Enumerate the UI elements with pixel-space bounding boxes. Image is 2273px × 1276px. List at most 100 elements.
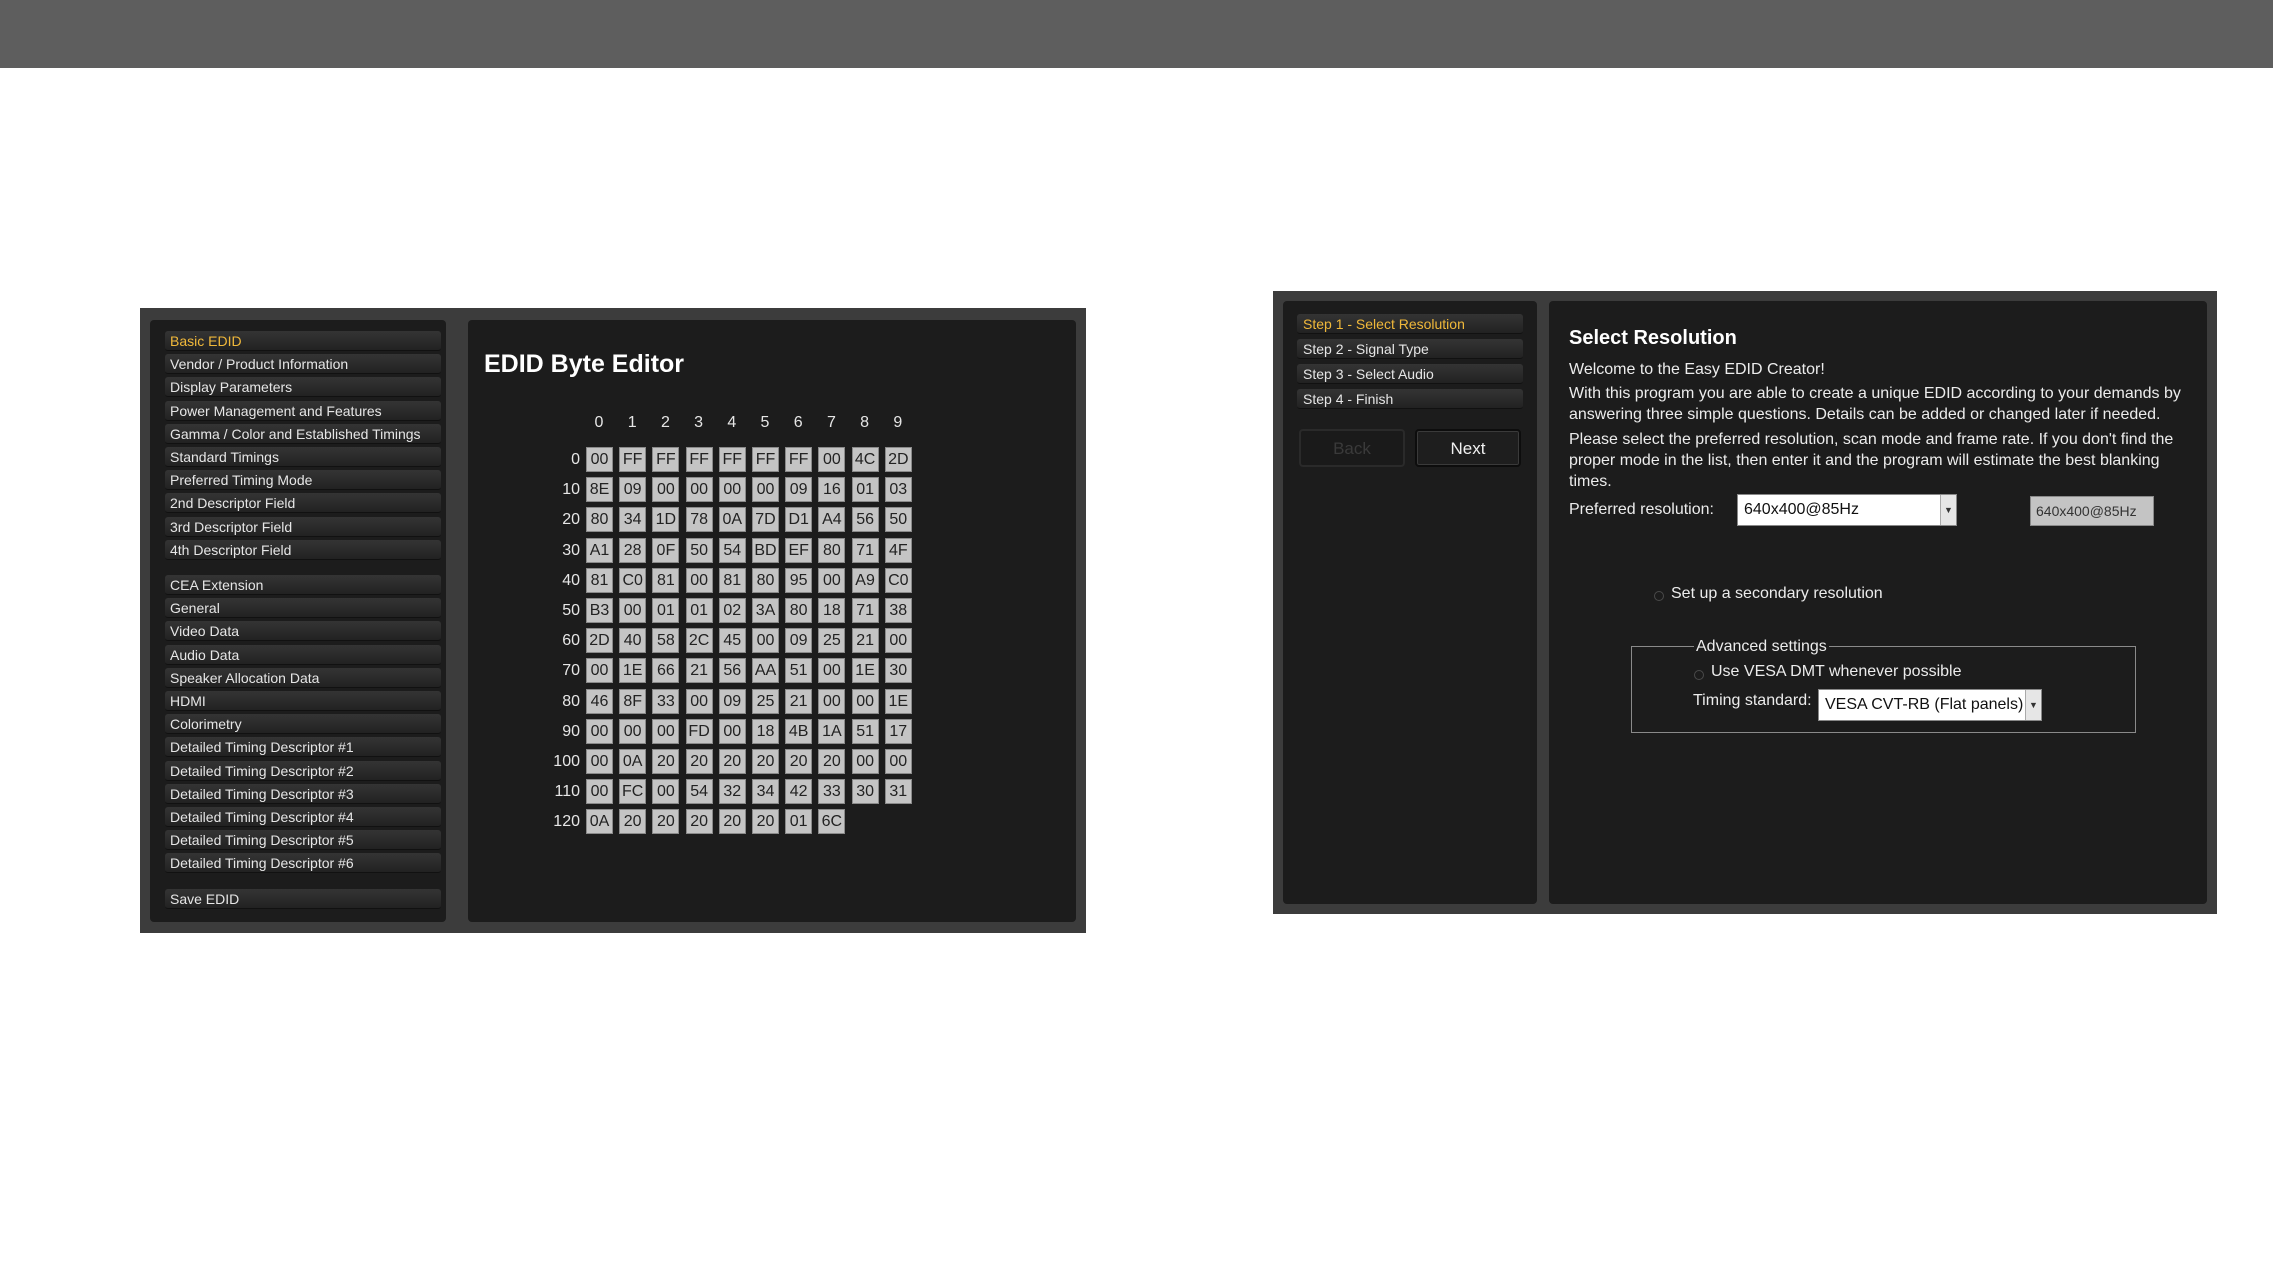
byte-cell[interactable]: 78 xyxy=(685,507,713,533)
byte-cell[interactable]: 58 xyxy=(652,628,680,654)
byte-cell[interactable]: 00 xyxy=(652,477,680,503)
byte-cell[interactable]: 01 xyxy=(785,809,813,835)
nav-item-detailed-timing-descriptor-1[interactable]: Detailed Timing Descriptor #1 xyxy=(165,737,441,758)
chevron-down-icon[interactable]: ▼ xyxy=(2025,690,2041,720)
nav-item-audio-data[interactable]: Audio Data xyxy=(165,644,441,665)
byte-cell[interactable]: 20 xyxy=(752,749,779,774)
preferred-resolution-select[interactable]: 640x400@85Hz ▼ xyxy=(1737,494,1957,526)
byte-cell[interactable]: 02 xyxy=(718,598,746,623)
byte-cell[interactable]: 28 xyxy=(619,537,647,563)
nav-item-standard-timings[interactable]: Standard Timings xyxy=(165,447,441,467)
byte-cell[interactable]: 00 xyxy=(818,567,846,593)
byte-cell[interactable]: C0 xyxy=(619,567,647,593)
byte-cell[interactable]: 16 xyxy=(818,477,846,503)
byte-cell[interactable]: FF xyxy=(718,447,746,472)
byte-cell[interactable]: 31 xyxy=(884,779,912,805)
byte-cell[interactable]: 34 xyxy=(619,507,647,533)
byte-cell[interactable]: 1E xyxy=(884,688,912,714)
byte-cell[interactable]: C0 xyxy=(884,567,912,593)
byte-cell[interactable]: FC xyxy=(619,779,647,805)
byte-cell[interactable]: 80 xyxy=(785,598,813,623)
byte-cell[interactable]: 17 xyxy=(884,718,912,744)
byte-cell[interactable]: 2C xyxy=(685,628,713,654)
nav-item-detailed-timing-descriptor-3[interactable]: Detailed Timing Descriptor #3 xyxy=(165,783,441,804)
byte-cell[interactable]: 00 xyxy=(586,658,613,684)
step-item-2[interactable]: Step 2 - Signal Type xyxy=(1297,339,1523,359)
byte-cell[interactable]: 71 xyxy=(851,537,879,563)
byte-cell[interactable]: 00 xyxy=(685,477,713,503)
byte-cell[interactable]: 00 xyxy=(884,749,912,774)
secondary-resolution-radio[interactable] xyxy=(1654,591,1664,601)
nav-item-2nd-descriptor-field[interactable]: 2nd Descriptor Field xyxy=(165,493,441,514)
byte-cell[interactable]: FF xyxy=(685,447,713,472)
nav-item-gamma-color-and-established-timings[interactable]: Gamma / Color and Established Timings xyxy=(165,423,441,444)
byte-cell[interactable]: 00 xyxy=(685,567,713,593)
byte-cell[interactable]: 21 xyxy=(851,628,879,654)
byte-cell[interactable]: B3 xyxy=(586,598,613,623)
byte-cell[interactable]: 46 xyxy=(586,688,613,714)
byte-cell[interactable]: 8F xyxy=(619,688,647,714)
byte-cell[interactable]: 34 xyxy=(752,779,779,805)
step-item-3[interactable]: Step 3 - Select Audio xyxy=(1297,364,1523,384)
nav-item-save-edid[interactable]: Save EDID xyxy=(165,888,441,909)
byte-cell[interactable]: 00 xyxy=(851,688,879,714)
byte-cell[interactable]: FF xyxy=(785,447,813,472)
nav-item-detailed-timing-descriptor-4[interactable]: Detailed Timing Descriptor #4 xyxy=(165,807,441,827)
byte-cell[interactable]: 25 xyxy=(752,688,779,714)
byte-cell[interactable]: 4F xyxy=(884,537,912,563)
byte-cell[interactable]: 00 xyxy=(586,749,613,774)
byte-cell[interactable]: 00 xyxy=(752,477,779,503)
byte-cell[interactable]: 80 xyxy=(752,567,779,593)
byte-cell[interactable]: 20 xyxy=(818,749,846,774)
byte-cell[interactable]: A4 xyxy=(818,507,846,533)
byte-cell[interactable]: 00 xyxy=(851,749,879,774)
byte-cell[interactable]: 18 xyxy=(818,598,846,623)
byte-cell[interactable]: 1D xyxy=(652,507,680,533)
nav-item-cea-extension[interactable]: CEA Extension xyxy=(165,575,441,595)
nav-item-power-management-and-features[interactable]: Power Management and Features xyxy=(165,400,441,421)
chevron-down-icon[interactable]: ▼ xyxy=(1940,495,1956,525)
byte-cell[interactable]: 33 xyxy=(818,779,846,805)
byte-cell[interactable]: 01 xyxy=(652,598,680,623)
byte-cell[interactable]: 32 xyxy=(718,779,746,805)
nav-item-detailed-timing-descriptor-6[interactable]: Detailed Timing Descriptor #6 xyxy=(165,853,441,874)
byte-cell[interactable]: 50 xyxy=(884,507,912,533)
byte-cell[interactable]: 20 xyxy=(718,749,746,774)
byte-cell[interactable]: FF xyxy=(752,447,779,472)
byte-cell[interactable]: 18 xyxy=(752,718,779,744)
nav-item-vendor-product-information[interactable]: Vendor / Product Information xyxy=(165,354,441,375)
byte-cell[interactable]: 4C xyxy=(851,447,879,472)
byte-cell[interactable]: 33 xyxy=(652,688,680,714)
byte-cell[interactable]: 20 xyxy=(785,749,813,774)
byte-cell[interactable]: 56 xyxy=(851,507,879,533)
step-item-1[interactable]: Step 1 - Select Resolution xyxy=(1297,314,1523,334)
nav-item-3rd-descriptor-field[interactable]: 3rd Descriptor Field xyxy=(165,516,441,537)
byte-cell[interactable]: 20 xyxy=(652,749,680,774)
byte-cell[interactable]: 00 xyxy=(818,658,846,684)
byte-cell[interactable]: 20 xyxy=(718,809,746,835)
byte-cell[interactable]: 20 xyxy=(619,809,647,835)
byte-cell[interactable]: A9 xyxy=(851,567,879,593)
byte-cell[interactable]: A1 xyxy=(586,537,613,563)
nav-item-detailed-timing-descriptor-2[interactable]: Detailed Timing Descriptor #2 xyxy=(165,760,441,781)
byte-cell[interactable]: 00 xyxy=(818,688,846,714)
back-button[interactable]: Back xyxy=(1299,429,1405,467)
byte-cell[interactable]: 81 xyxy=(586,567,613,593)
byte-cell[interactable]: 45 xyxy=(718,628,746,654)
byte-cell[interactable]: 56 xyxy=(718,658,746,684)
byte-cell[interactable]: 8E xyxy=(586,477,613,503)
step-item-4[interactable]: Step 4 - Finish xyxy=(1297,389,1523,409)
byte-cell[interactable]: 95 xyxy=(785,567,813,593)
byte-cell[interactable]: 42 xyxy=(785,779,813,805)
nav-item-preferred-timing-mode[interactable]: Preferred Timing Mode xyxy=(165,470,441,491)
byte-cell[interactable]: 3A xyxy=(752,598,779,623)
byte-cell[interactable]: 1E xyxy=(851,658,879,684)
nav-item-basic-edid[interactable]: Basic EDID xyxy=(165,331,441,351)
byte-cell[interactable]: FD xyxy=(685,718,713,744)
nav-item-display-parameters[interactable]: Display Parameters xyxy=(165,377,441,398)
vesa-dmt-radio[interactable] xyxy=(1694,670,1704,680)
byte-cell[interactable]: 51 xyxy=(785,658,813,684)
byte-cell[interactable]: FF xyxy=(619,447,647,472)
nav-item-detailed-timing-descriptor-5[interactable]: Detailed Timing Descriptor #5 xyxy=(165,830,441,851)
byte-cell[interactable]: 2D xyxy=(884,447,912,472)
